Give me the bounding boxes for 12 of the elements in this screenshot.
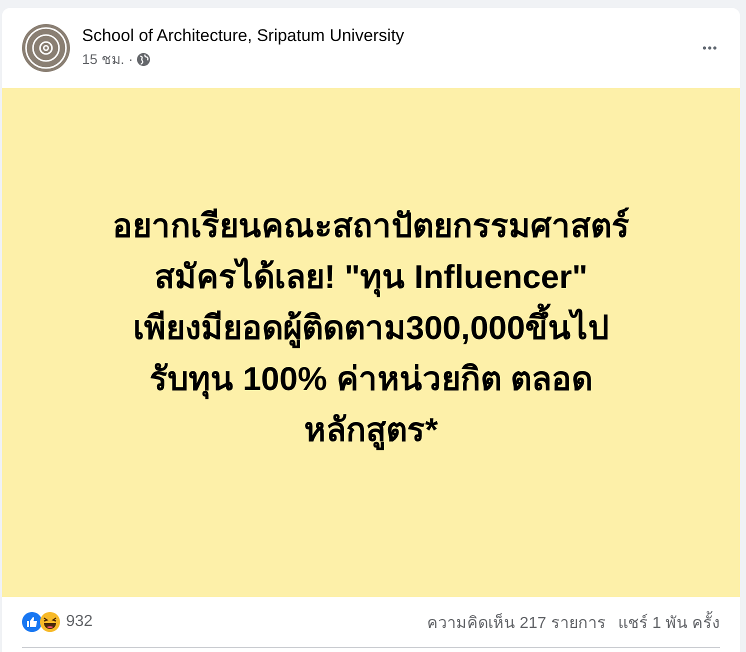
post-time[interactable]: 15 ชม. (82, 48, 124, 70)
post-text: อยากเรียนคณะสถาปัตยกรรมศาสตร์ สมัครได้เลย! "ทุน Influencer" เพียงมียอดผู้ติดตาม300,000ขึ้นไป รับทุน 100% ค่าหน่วยกิต ตลอด หลักสูตร* (112, 200, 630, 485)
comment-count[interactable]: ความคิดเห็น 217 รายการ (427, 610, 606, 634)
share-count[interactable]: แชร์ 1 พัน ครั้ง (618, 610, 720, 634)
reaction-count[interactable]: 932 (66, 613, 428, 631)
like-reaction-icon[interactable] (22, 612, 42, 632)
avatar-icon[interactable] (22, 24, 70, 72)
separator: · (128, 51, 134, 67)
laugh-reaction-icon[interactable] (40, 612, 60, 632)
globe-icon (137, 52, 150, 66)
more-options-button[interactable]: ••• (696, 35, 724, 61)
page-name[interactable]: School of Architecture, Sripatum University (82, 26, 684, 46)
